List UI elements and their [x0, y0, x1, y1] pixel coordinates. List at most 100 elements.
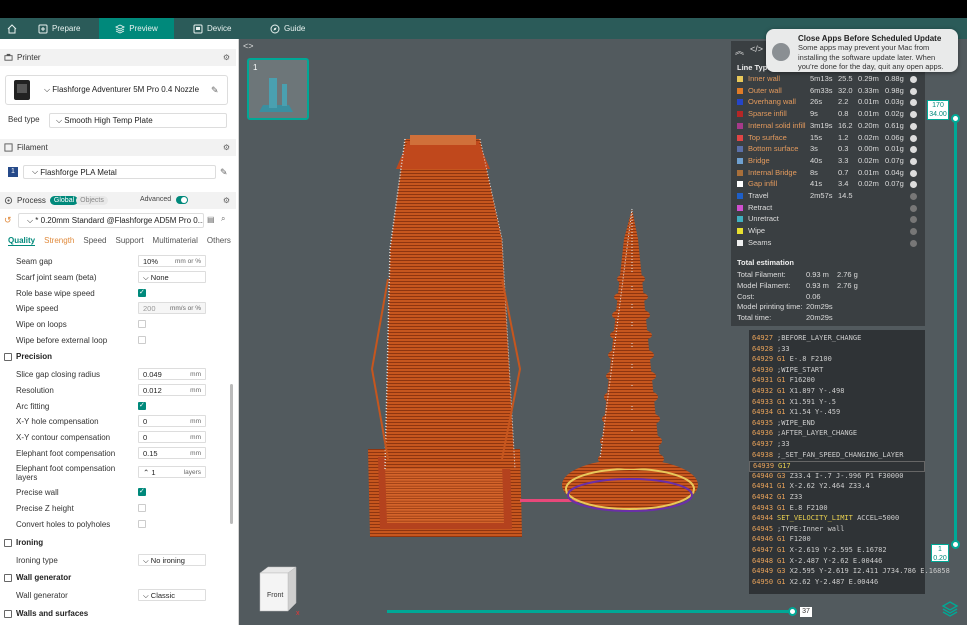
bed-type-select[interactable]: ⌵ Smooth High Temp Plate — [49, 113, 227, 128]
home-button[interactable] — [4, 18, 20, 39]
advanced-switch[interactable] — [176, 196, 188, 204]
xy-contour-input[interactable]: 0 mm — [138, 431, 206, 443]
wipe-external-checkbox[interactable] — [138, 336, 146, 344]
visibility-eye-icon[interactable] — [910, 181, 917, 189]
visibility-eye-icon[interactable] — [910, 204, 917, 212]
objects-toggle[interactable]: Objects — [76, 196, 108, 205]
printer-selector[interactable]: ⌵ Flashforge Adventurer 5M Pro 0.4 Nozzl… — [5, 75, 228, 105]
collapse-icon[interactable]: ︽ — [735, 44, 744, 57]
filament-select[interactable]: ⌵ Flashforge PLA Metal — [23, 165, 216, 179]
process-settings-icon[interactable]: ⚙ — [223, 196, 230, 205]
visibility-eye-icon[interactable] — [910, 111, 917, 119]
wipe-loops-checkbox[interactable] — [138, 320, 146, 328]
tab-others[interactable]: Others — [207, 236, 231, 246]
gcode-line-number: 64938 — [752, 450, 774, 459]
tab-preview[interactable]: Preview — [99, 18, 174, 39]
ironing-type-select[interactable]: ⌵ No ironing — [138, 554, 206, 566]
role-wipe-checkbox[interactable] — [138, 288, 146, 297]
visibility-eye-icon[interactable] — [910, 157, 917, 165]
ironing-title: Ironing — [16, 538, 44, 547]
move-slider-track[interactable] — [387, 610, 791, 613]
visibility-eye-icon[interactable] — [910, 122, 917, 130]
xy-contour-label: X-Y contour compensation — [16, 433, 111, 442]
gcode-line-number: 64940 — [752, 471, 774, 480]
arc-fitting-checkbox[interactable] — [138, 401, 146, 410]
legend-time: 2m57s — [810, 191, 833, 200]
seam-gap-label: Seam gap — [16, 257, 53, 266]
reset-icon[interactable]: ↺ — [4, 215, 12, 226]
plate-thumbnail[interactable]: 1 — [247, 58, 309, 120]
printer-settings-icon[interactable]: ⚙ — [223, 53, 230, 62]
filament-edit-icon[interactable]: ✎ — [220, 167, 228, 178]
sidebar-scrollbar[interactable] — [230, 384, 233, 524]
tab-preview-label: Preview — [129, 24, 158, 33]
search-icon[interactable]: ⌕ — [221, 214, 225, 224]
legend-line-type: Internal solid infill — [748, 120, 806, 130]
total-value: 20m29s — [806, 302, 833, 312]
filament-settings-icon[interactable]: ⚙ — [223, 143, 230, 152]
elephant-foot-row: Elephant foot compensation 0.15 mm — [0, 446, 236, 461]
legend-percent: 2.2 — [838, 97, 849, 107]
visibility-eye-icon[interactable] — [910, 134, 917, 142]
precise-z-row: Precise Z height — [0, 501, 236, 516]
tab-multimaterial[interactable]: Multimaterial — [153, 236, 198, 246]
visibility-eye-icon[interactable] — [910, 216, 917, 224]
tab-device[interactable]: Device — [185, 18, 239, 39]
gcode-args: ;WIPE_END — [777, 418, 815, 427]
slice-gap-label: Slice gap closing radius — [16, 370, 101, 379]
visibility-eye-icon[interactable] — [910, 228, 917, 236]
layer-slider-bottom-knob[interactable] — [951, 540, 960, 549]
printer-icon — [4, 53, 13, 61]
resolution-input[interactable]: 0.012 mm — [138, 384, 206, 396]
precise-z-checkbox[interactable] — [138, 504, 146, 512]
view-cube[interactable]: x Front — [256, 565, 300, 617]
code-icon[interactable]: </> — [750, 44, 763, 57]
gcode-line: 64943 G1 E.8 F2100 — [749, 504, 925, 515]
elephant-layers-input[interactable]: ⌃ 1 layers — [138, 466, 206, 478]
move-slider-knob[interactable] — [788, 607, 797, 616]
seam-gap-input[interactable]: 10% mm or % — [138, 255, 206, 267]
wall-generator-select[interactable]: ⌵ Classic — [138, 589, 206, 601]
legend-swatch — [737, 204, 743, 211]
slice-gap-input[interactable]: 0.049 mm — [138, 368, 206, 380]
gcode-args: ;33 — [777, 344, 790, 353]
global-toggle[interactable]: Global — [49, 196, 79, 205]
layer-slider-track[interactable] — [954, 118, 957, 544]
tab-guide[interactable]: Guide — [262, 18, 313, 39]
visibility-eye-icon[interactable] — [910, 193, 917, 200]
visibility-eye-icon[interactable] — [910, 76, 917, 83]
collapse-sidebar-icon[interactable]: <> — [243, 41, 254, 51]
layers-icon[interactable] — [941, 600, 959, 618]
save-icon[interactable]: ▤ — [207, 215, 215, 224]
tab-prepare[interactable]: Prepare — [30, 18, 88, 39]
xy-contour-unit: mm — [190, 434, 201, 441]
visibility-eye-icon[interactable] — [910, 239, 917, 247]
legend-time: 9s — [810, 109, 818, 119]
system-notification[interactable]: Close Apps Before Scheduled Update Some … — [766, 29, 958, 72]
plate-number: 1 — [253, 63, 258, 72]
tab-support[interactable]: Support — [116, 236, 144, 246]
xy-hole-input[interactable]: 0 mm — [138, 415, 206, 427]
tab-speed[interactable]: Speed — [83, 236, 106, 246]
legend-time: 5m13s — [810, 74, 833, 83]
scarf-seam-select[interactable]: ⌵ None — [138, 271, 206, 283]
printer-section-header: Printer ⚙ — [0, 49, 236, 66]
process-profile-select[interactable]: ⌵ * 0.20mm Standard @Flashforge AD5M Pro… — [18, 213, 204, 228]
precision-title: Precision — [16, 352, 53, 361]
wipe-speed-input[interactable]: 200 mm/s or % — [138, 302, 206, 314]
edit-icon[interactable]: ✎ — [211, 85, 221, 95]
precise-wall-checkbox[interactable] — [138, 487, 146, 496]
visibility-eye-icon[interactable] — [910, 99, 917, 107]
tab-quality[interactable]: Quality — [8, 236, 36, 246]
visibility-eye-icon[interactable] — [910, 169, 917, 177]
elephant-foot-input[interactable]: 0.15 mm — [138, 447, 206, 459]
gcode-args: ;_SET_FAN_SPEED_CHANGING_LAYER — [777, 450, 904, 459]
layer-slider-top-knob[interactable] — [951, 114, 960, 123]
gcode-line: 64945 ;TYPE:Inner wall — [749, 525, 925, 536]
visibility-eye-icon[interactable] — [910, 146, 917, 154]
gcode-line-number: 64944 — [752, 514, 774, 523]
top-layer-number: 170 — [932, 102, 944, 109]
visibility-eye-icon[interactable] — [910, 87, 917, 95]
tab-strength[interactable]: Strength — [44, 236, 74, 246]
polyholes-checkbox[interactable] — [138, 520, 146, 528]
